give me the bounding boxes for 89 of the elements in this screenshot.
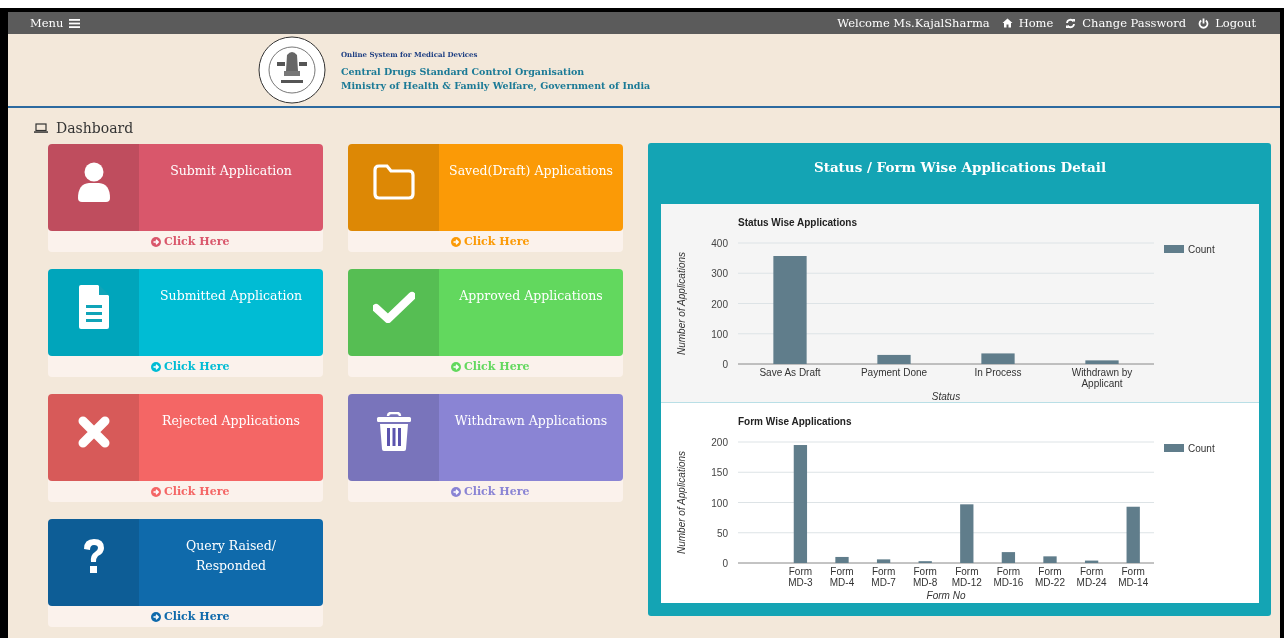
axis-tick-label: Form MD-12 [951,566,982,588]
axis-tick-label: Form MD-7 [871,566,896,588]
folder-icon [371,163,416,200]
arrow-circle-icon [151,236,161,247]
axis-tick-label: 200 [711,298,728,310]
chart-title: Form Wise Applications [738,416,852,427]
power-icon [1198,17,1210,29]
click-here-link[interactable]: Click Here [151,235,230,248]
click-here-link[interactable]: Click Here [451,485,530,498]
axis-tick-label: 100 [711,497,728,509]
tile-title: Submitted Application [159,287,303,305]
axis-tick-label: In Process [974,367,1022,378]
axis-tick-label: Form MD-16 [993,566,1024,588]
arrow-circle-icon [151,486,161,497]
axis-tick-label: Form MD-24 [1076,566,1107,588]
dashboard-tile[interactable]: Approved Applications Click Here [348,269,623,377]
chart-bar [1001,552,1016,563]
axis-tick-label: 50 [716,527,728,539]
chart-bar [1085,360,1119,364]
nav-link[interactable]: Home [1001,16,1054,30]
axis-tick-label: 200 [711,437,728,448]
axis-tick-label: Save As Draft [759,367,821,378]
axis-tick-label: Form MD-4 [829,566,855,588]
tile-title: Withdrawn Applications [453,412,609,430]
ministry-name: Ministry of Health & Family Welfare, Government of India [341,79,651,91]
tile-title: Rejected Applications [161,412,301,430]
axis-tick-label: 150 [711,467,728,479]
arrow-circle-icon [451,361,461,372]
axis-tick-label: Payment Done [860,367,928,378]
chart-bar [1126,506,1140,563]
click-here-link[interactable]: Click Here [451,235,530,248]
dashboard-tile[interactable]: Query Raised/ Responded Click Here [48,519,323,627]
tile-title: Submit Application [169,162,293,180]
click-here-link[interactable]: Click Here [151,360,230,373]
page-title: Dashboard [56,120,134,136]
nav-link[interactable]: Logout [1198,16,1256,30]
organisation-name: Central Drugs Standard Control Organisation [341,65,586,77]
menu-icon [69,18,81,28]
tile-title: Query Raised/ Responded [185,537,277,575]
arrow-circle-icon [451,486,461,497]
axis-tick-label: 100 [711,328,728,340]
tile-title: Saved(Draft) Applications [449,162,613,180]
dashboard-tile[interactable]: Submit Application Click Here [48,144,323,252]
home-icon [1001,18,1013,28]
chart-bar [877,354,911,364]
arrow-circle-icon [151,361,161,372]
check-icon [372,290,415,323]
axis-tick-label: 400 [711,238,728,249]
dashboard-tile[interactable]: Saved(Draft) Applications Click Here [348,144,623,252]
person-icon [76,161,111,202]
chart-bar [981,353,1015,364]
nav-link[interactable]: Change Password [1065,16,1187,30]
dashboard-tile[interactable]: Submitted Application Click Here [48,269,323,377]
arrow-circle-icon [151,611,161,622]
welcome-text: Welcome Ms.KajalSharma [837,16,990,30]
axis-title: Number of Applications [676,252,687,355]
document-icon [77,283,110,330]
axis-tick-label: Form MD-14 [1118,566,1149,588]
tile-title: Approved Applications [458,287,604,305]
trash-icon [375,411,412,452]
legend-label: Count [1188,244,1215,255]
axis-title: Number of Applications [676,451,687,554]
menu-button[interactable]: Menu [30,16,81,30]
dashboard-tile[interactable]: Rejected Applications Click Here [48,394,323,502]
chart-bar [1043,556,1057,563]
click-here-link[interactable]: Click Here [151,485,230,498]
dashboard-tile[interactable]: Withdrawn Applications Click Here [348,394,623,502]
axis-tick-label: 0 [722,558,728,569]
chart-title: Status Wise Applications [738,217,857,228]
axis-tick-label: Form MD-22 [1035,566,1065,588]
chart-bar [1084,560,1099,563]
laptop-icon [34,123,48,133]
click-here-link[interactable]: Click Here [151,610,230,623]
axis-tick-label: Withdrawn by Applicant [1071,367,1133,389]
emblem-logo [257,35,327,105]
close-icon [77,415,110,448]
chart-bar [960,504,974,563]
axis-tick-label: 0 [722,359,728,370]
chart-bar [876,559,891,563]
arrow-circle-icon [451,236,461,247]
legend-label: Count [1188,443,1215,454]
refresh-icon [1065,17,1077,29]
axis-title: Status [931,391,961,402]
axis-tick-label: 300 [711,268,728,280]
panel-title: Status / Form Wise Applications Detail [812,159,1108,177]
axis-tick-label: Form MD-8 [912,566,938,588]
axis-title: Form No [926,590,966,601]
chart-bar [835,556,849,563]
axis-tick-label: Form MD-3 [788,566,813,588]
